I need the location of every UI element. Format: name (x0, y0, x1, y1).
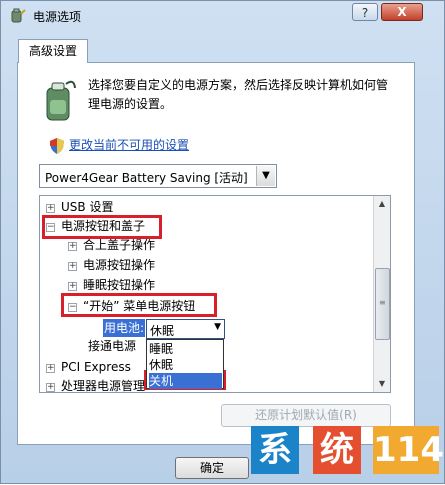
highlight-start-menu-power-button (61, 293, 217, 317)
window-title: 电源选项 (33, 10, 82, 24)
tree-item-processor-power-management[interactable]: + 处理器电源管理 (46, 377, 146, 393)
tree-item-power-button-action[interactable]: + 电源按钮操作 (68, 256, 155, 274)
dropdown-option-sleep[interactable]: 睡眠 (149, 341, 222, 357)
expand-icon[interactable]: + (68, 242, 77, 251)
power-options-window: 电源选项 ? X 高级设置 选择您要自定义的电源方案，然后选择反映计算机如何管理… (0, 0, 445, 484)
restore-defaults-button[interactable]: 还原计划默认值(R) (221, 404, 391, 427)
tree-item-label: 接通电源 (88, 339, 137, 353)
watermark-logo: 系 统 114 (251, 426, 445, 485)
on-battery-select[interactable]: 休眠 ▼ (146, 319, 225, 339)
chevron-down-icon[interactable]: ▼ (256, 166, 275, 186)
tree-item-usb[interactable]: + USB 设置 (46, 198, 113, 216)
close-button[interactable]: X (381, 3, 423, 21)
description-text: 选择您要自定义的电源方案，然后选择反映计算机如何管理电源的设置。 (88, 78, 389, 111)
power-plan-value: Power4Gear Battery Saving [活动] (45, 171, 248, 185)
dropdown-option-hibernate[interactable]: 休眠 (149, 357, 222, 373)
tab-advanced-settings[interactable]: 高级设置 (18, 39, 88, 63)
tree-item-pci-express[interactable]: + PCI Express (46, 358, 131, 376)
chevron-down-icon[interactable]: ▼ (214, 322, 221, 332)
power-action-dropdown-list[interactable]: 睡眠 休眠 关机 (146, 339, 224, 389)
tree-item-plugged-in[interactable]: 接通电源 (88, 337, 136, 355)
watermark-char-2: 统 (313, 426, 361, 474)
grip-icon: ≡ (379, 298, 386, 307)
tree-scrollbar[interactable]: ▲ ≡ ▼ (373, 196, 390, 392)
change-unavailable-settings-link[interactable]: 更改当前不可用的设置 (69, 136, 189, 153)
expand-icon[interactable]: + (46, 383, 55, 392)
scroll-thumb[interactable]: ≡ (375, 268, 390, 340)
on-battery-value: 休眠 (150, 324, 175, 338)
tree-item-label: 合上盖子操作 (83, 238, 156, 252)
power-plan-select[interactable]: Power4Gear Battery Saving [活动] ▼ (39, 164, 277, 188)
tree-item-label: PCI Express (61, 360, 131, 374)
watermark-char-3: 114 (373, 426, 444, 474)
title-bar: 电源选项 ? X (1, 1, 444, 29)
expand-icon[interactable]: + (46, 204, 55, 213)
expand-icon[interactable]: + (68, 262, 77, 271)
dropdown-option-shutdown[interactable]: 关机 (149, 373, 222, 389)
tree-item-label: 睡眠按钮操作 (83, 278, 156, 292)
tree-item-sleep-button-action[interactable]: + 睡眠按钮操作 (68, 276, 155, 294)
highlight-power-buttons-lid (42, 215, 162, 239)
scroll-down-icon[interactable]: ▼ (374, 376, 390, 392)
tree-item-label: USB 设置 (61, 200, 114, 214)
on-battery-label[interactable]: 用电池: (103, 319, 146, 337)
expand-icon[interactable]: + (68, 282, 77, 291)
watermark-char-1: 系 (251, 426, 299, 474)
battery-icon (46, 80, 76, 121)
power-options-icon (11, 8, 26, 23)
shield-icon (50, 138, 64, 154)
help-button[interactable]: ? (352, 3, 378, 21)
ok-button[interactable]: 确定 (175, 457, 249, 479)
tree-item-label: 电源按钮操作 (83, 258, 156, 272)
expand-icon[interactable]: + (46, 364, 55, 373)
tree-item-label: 处理器电源管理 (61, 379, 146, 393)
scroll-up-icon[interactable]: ▲ (374, 196, 390, 212)
